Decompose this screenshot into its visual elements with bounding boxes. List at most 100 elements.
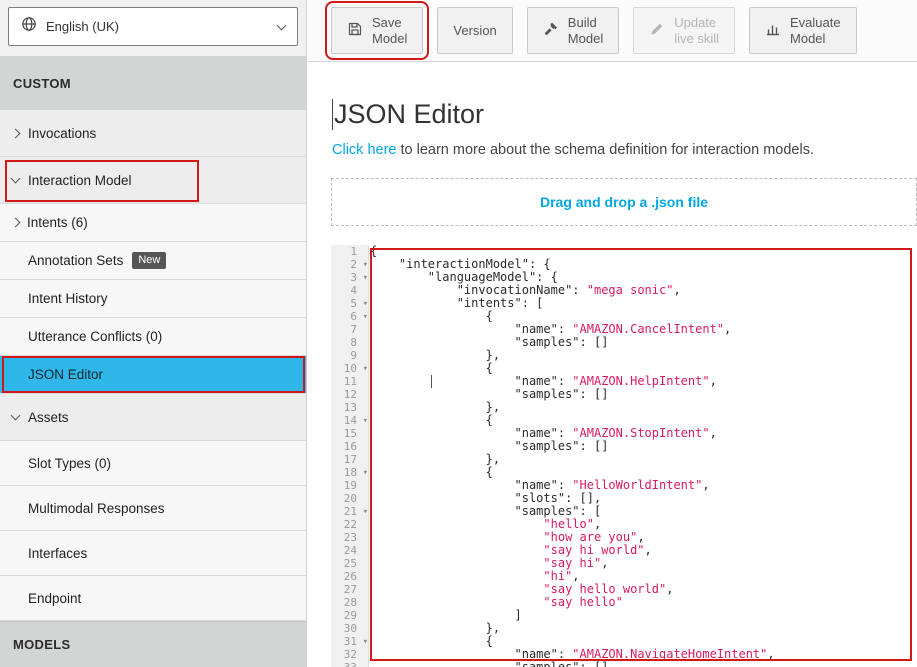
evaluate-model-label: EvaluateModel xyxy=(790,15,841,46)
toolbar: SaveModel Version BuildModel Updatelive ski… xyxy=(308,0,917,62)
code-text: "samples": [] xyxy=(368,661,917,667)
line-number: 30 xyxy=(331,622,368,635)
sidebar-item-label: Annotation Sets xyxy=(28,253,123,268)
main-content: JSON Editor Click here to learn more abo… xyxy=(308,63,917,667)
sidebar-item-label: Slot Types (0) xyxy=(28,456,111,471)
chevron-down-icon xyxy=(11,174,21,184)
line-number: 16 xyxy=(331,440,368,453)
gutter-divider xyxy=(368,245,369,667)
build-model-label: BuildModel xyxy=(568,15,603,46)
page-title: JSON Editor xyxy=(332,99,484,130)
update-icon xyxy=(649,21,665,41)
sidebar-item-utterance-conflicts-0[interactable]: Utterance Conflicts (0) xyxy=(0,318,306,356)
line-number: 27 xyxy=(331,583,368,596)
line-number: 10▾ xyxy=(331,362,368,375)
sidebar-groups: Invocations Interaction Model Intents (6) A… xyxy=(0,110,306,621)
sidebar-item-label: Multimodal Responses xyxy=(28,501,165,516)
editor-lines: 1{2▾ "interactionModel": {3▾ "languageMo… xyxy=(331,245,917,667)
line-number: 18▾ xyxy=(331,466,368,479)
chevron-right-icon xyxy=(11,128,21,138)
text-cursor xyxy=(332,99,333,130)
line-number: 28 xyxy=(331,596,368,609)
sidebar-group: Assets Slot Types (0) Multimodal Responses… xyxy=(0,394,306,621)
evaluate-model-button[interactable]: EvaluateModel xyxy=(749,7,857,54)
line-number: 33 xyxy=(331,661,368,667)
sidebar-item-label: Utterance Conflicts (0) xyxy=(28,329,162,344)
line-number: 20 xyxy=(331,492,368,505)
language-selector[interactable]: English (UK) xyxy=(8,7,298,46)
sidebar-item-endpoint[interactable]: Endpoint xyxy=(0,576,306,621)
sidebar-item-label: Endpoint xyxy=(28,591,81,606)
sidebar-item-assets[interactable]: Assets xyxy=(0,394,306,441)
sidebar-group: Interaction Model Intents (6) Annotation S… xyxy=(0,157,306,394)
line-number: 13 xyxy=(331,401,368,414)
line-number: 6▾ xyxy=(331,310,368,323)
sidebar-item-interaction-model[interactable]: Interaction Model xyxy=(0,157,306,204)
build-icon xyxy=(543,21,559,41)
sidebar-item-interfaces[interactable]: Interfaces xyxy=(0,531,306,576)
save-model-button[interactable]: SaveModel xyxy=(331,7,423,54)
sidebar-item-json-editor[interactable]: JSON Editor xyxy=(0,356,306,394)
sidebar-group: Invocations xyxy=(0,110,306,157)
sidebar-item-label: Intents (6) xyxy=(27,215,88,230)
save-icon xyxy=(347,21,363,41)
sidebar-children: Slot Types (0) Multimodal Responses Interf… xyxy=(0,441,306,621)
sidebar-item-label: Invocations xyxy=(28,126,96,141)
line-number: 2▾ xyxy=(331,258,368,271)
sidebar-item-slot-types-0[interactable]: Slot Types (0) xyxy=(0,441,306,486)
sidebar-item-label: Assets xyxy=(28,410,69,425)
sidebar-item-multimodal-responses[interactable]: Multimodal Responses xyxy=(0,486,306,531)
sidebar-section-models: MODELS xyxy=(0,621,306,667)
chevron-down-icon xyxy=(277,20,287,30)
page-title-text: JSON Editor xyxy=(334,99,484,130)
line-number: 11 xyxy=(331,375,368,388)
line-number: 31▾ xyxy=(331,635,368,648)
line-number: 3▾ xyxy=(331,271,368,284)
line-number: 29 xyxy=(331,609,368,622)
sidebar: English (UK) CUSTOM InvocationsInteracti… xyxy=(0,0,307,667)
language-selector-value: English (UK) xyxy=(46,19,269,34)
sidebar-item-intents-6[interactable]: Intents (6) xyxy=(0,204,306,242)
sidebar-item-invocations[interactable]: Invocations xyxy=(0,110,306,157)
json-dropzone[interactable]: Drag and drop a .json file xyxy=(331,178,917,226)
sidebar-item-label: JSON Editor xyxy=(28,367,103,382)
line-number: 9 xyxy=(331,349,368,362)
line-number: 32 xyxy=(331,648,368,661)
editor-line: 33 "samples": [] xyxy=(331,661,917,667)
dropzone-label: Drag and drop a .json file xyxy=(540,194,708,210)
line-number: 12 xyxy=(331,388,368,401)
update-live-skill-label: Updatelive skill xyxy=(674,15,719,46)
line-number: 17 xyxy=(331,453,368,466)
line-number: 24 xyxy=(331,544,368,557)
line-number: 5▾ xyxy=(331,297,368,310)
line-number: 26 xyxy=(331,570,368,583)
click-here-link[interactable]: Click here xyxy=(332,142,396,158)
line-number: 22 xyxy=(331,518,368,531)
new-badge: New xyxy=(132,252,166,268)
sidebar-item-label: Intent History xyxy=(28,291,108,306)
line-number: 1 xyxy=(331,245,368,258)
line-number: 23 xyxy=(331,531,368,544)
sidebar-children: Intents (6) Annotation Sets New Intent Hist… xyxy=(0,204,306,394)
chevron-right-icon xyxy=(11,218,21,228)
sidebar-nav: CUSTOM InvocationsInteraction ModelInten… xyxy=(0,56,306,667)
line-number: 25 xyxy=(331,557,368,570)
chevron-down-icon xyxy=(11,411,21,421)
editor-cursor xyxy=(431,375,432,388)
sidebar-item-label: Interaction Model xyxy=(28,173,132,188)
line-number: 15 xyxy=(331,427,368,440)
line-number: 21▾ xyxy=(331,505,368,518)
evaluate-icon xyxy=(765,21,781,41)
version-button[interactable]: Version xyxy=(437,7,512,54)
line-number: 4 xyxy=(331,284,368,297)
line-number: 8 xyxy=(331,336,368,349)
sidebar-item-annotation-sets[interactable]: Annotation Sets New xyxy=(0,242,306,280)
sidebar-item-label: Interfaces xyxy=(28,546,87,561)
line-number: 7 xyxy=(331,323,368,336)
sidebar-item-intent-history[interactable]: Intent History xyxy=(0,280,306,318)
update-live-skill-button[interactable]: Updatelive skill xyxy=(633,7,735,54)
build-model-button[interactable]: BuildModel xyxy=(527,7,619,54)
line-number: 14▾ xyxy=(331,414,368,427)
save-model-label: SaveModel xyxy=(372,15,407,46)
json-code-editor[interactable]: 1{2▾ "interactionModel": {3▾ "languageMo… xyxy=(331,245,917,667)
